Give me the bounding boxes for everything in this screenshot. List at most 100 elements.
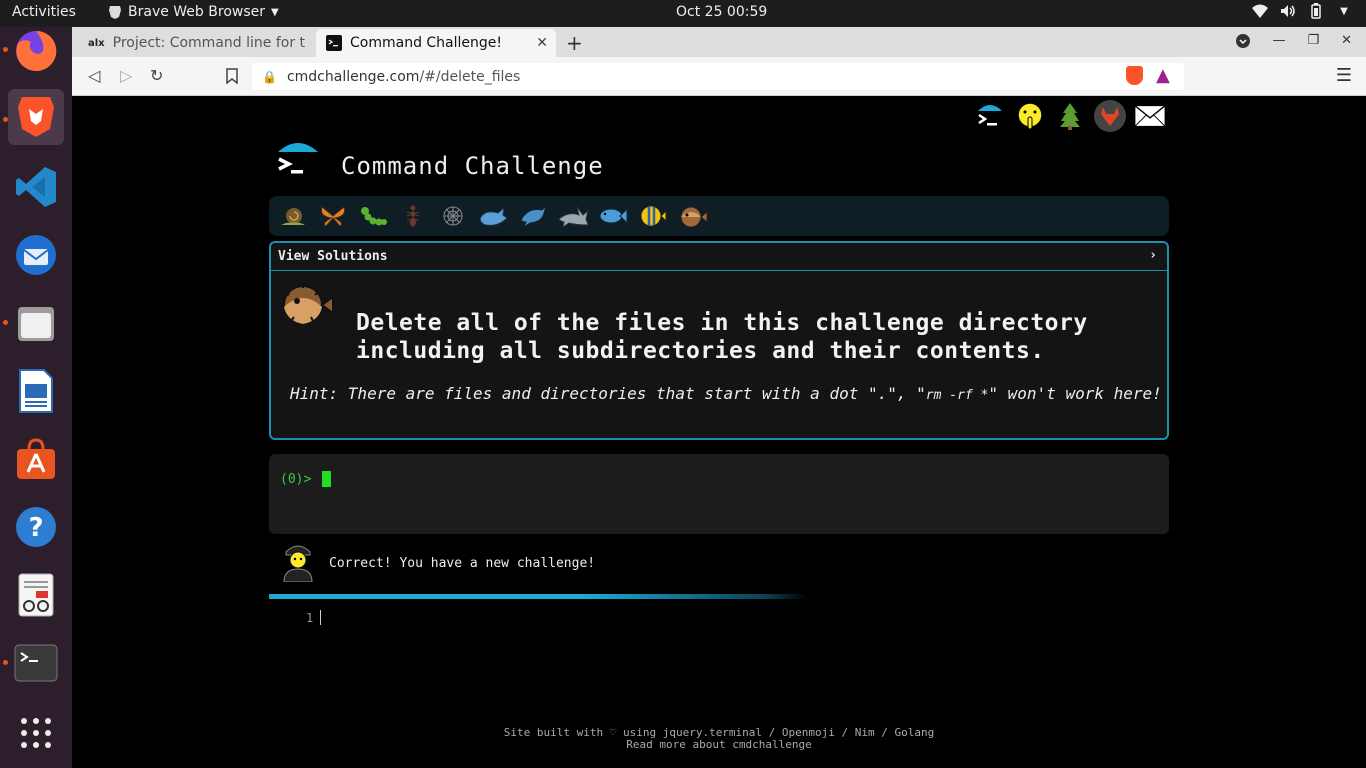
- writer-icon: [19, 369, 53, 413]
- dock-brave[interactable]: [8, 89, 64, 145]
- level-tropical-fish-icon[interactable]: [635, 200, 670, 232]
- challenge-panel: View Solutions › Delete all of the files…: [269, 241, 1169, 440]
- terminal-input[interactable]: (0)>: [269, 454, 1169, 534]
- web-page: Command Challenge View Solutions › Delet…: [72, 96, 1366, 768]
- chevron-down-icon: ▼: [1340, 5, 1348, 17]
- alx-icon: alx: [88, 37, 105, 49]
- gnome-top-bar: Activities Brave Web Browser ▼ Oct 25 00…: [0, 0, 1366, 27]
- level-pufferfish-icon[interactable]: [675, 200, 710, 232]
- reload-icon[interactable]: ↻: [150, 66, 163, 85]
- brave-shields-icon[interactable]: [1126, 66, 1143, 85]
- url-host: cmdchallenge.com: [286, 68, 420, 85]
- dock-thunderbird[interactable]: [8, 227, 64, 283]
- clock[interactable]: Oct 25 00:59: [676, 4, 767, 20]
- new-tab-button[interactable]: +: [566, 31, 583, 55]
- footer-about-link[interactable]: Read more about cmdchallenge: [72, 739, 1366, 751]
- document-viewer-icon: [18, 573, 54, 617]
- hint-code: rm -rf *: [925, 388, 989, 403]
- dock-terminal[interactable]: [8, 635, 64, 691]
- brave-app-icon: [109, 5, 121, 19]
- lock-icon: 🔒: [262, 69, 277, 84]
- tab-search-icon[interactable]: [1236, 33, 1251, 48]
- level-shark-icon[interactable]: [555, 200, 590, 232]
- dock-software[interactable]: [8, 431, 64, 487]
- show-applications-button[interactable]: [8, 705, 64, 761]
- site-footer: Site built with ♡ using jquery.terminal …: [72, 727, 1366, 751]
- progress-bar: [269, 594, 1169, 599]
- shushing-face-icon[interactable]: [1014, 100, 1046, 132]
- chevron-down-icon: ▼: [271, 6, 279, 18]
- tab-command-challenge[interactable]: Command Challenge! ✕: [316, 29, 556, 57]
- dock-files[interactable]: [8, 295, 64, 351]
- level-butterfly-icon[interactable]: [315, 200, 350, 232]
- maximize-icon[interactable]: ❐: [1307, 33, 1319, 48]
- tab-label: Command Challenge!: [350, 35, 503, 51]
- hamburger-menu-icon[interactable]: ☰: [1336, 65, 1352, 86]
- level-ant-icon[interactable]: [395, 200, 430, 232]
- tab-label: Project: Command line for the: [112, 35, 306, 51]
- terminal-prompt: (0)>: [280, 472, 312, 487]
- dock-document-viewer[interactable]: [8, 567, 64, 623]
- minimize-icon[interactable]: —: [1272, 33, 1285, 48]
- challenge-description: Delete all of the files in this challeng…: [356, 309, 1088, 365]
- app-menu-label: Brave Web Browser: [128, 4, 265, 20]
- url-path: /#/delete_files: [419, 68, 521, 85]
- volume-icon: [1280, 3, 1296, 19]
- tab-alx-project[interactable]: alx Project: Command line for the: [78, 29, 316, 57]
- hint-prefix: Hint: There are files and directories th…: [290, 384, 926, 403]
- software-store-icon: [17, 438, 55, 479]
- close-window-icon[interactable]: ✕: [1341, 33, 1352, 48]
- dock-libreoffice-writer[interactable]: [8, 363, 64, 419]
- level-whale-icon[interactable]: [475, 200, 510, 232]
- activities-button[interactable]: Activities: [12, 4, 76, 20]
- view-solutions-toggle[interactable]: View Solutions ›: [271, 243, 1167, 271]
- window-controls: — ❐ ✕: [1236, 33, 1352, 48]
- level-spider-web-icon[interactable]: [435, 200, 470, 232]
- level-bar: [269, 196, 1169, 236]
- back-icon[interactable]: ◁: [88, 66, 100, 85]
- editor-line-number: 1: [306, 611, 314, 625]
- battery-icon: [1308, 3, 1324, 19]
- terminal-icon: [326, 35, 342, 51]
- hint-text: Hint: There are files and directories th…: [290, 384, 1162, 403]
- site-top-icons: [974, 100, 1166, 132]
- forward-icon[interactable]: ▷: [120, 66, 132, 85]
- terminal-icon: [14, 644, 58, 682]
- editor-caret: [320, 610, 321, 625]
- address-bar[interactable]: 🔒 cmdchallenge.com/#/delete_files: [252, 63, 1184, 90]
- challenge-line: Delete all of the files in this challeng…: [356, 310, 1088, 336]
- brave-icon: [18, 97, 54, 137]
- vscode-icon: [16, 167, 56, 207]
- thunderbird-icon: [16, 235, 56, 275]
- judge-avatar-icon: [283, 545, 313, 582]
- chevron-right-icon: ›: [1149, 248, 1157, 263]
- terminal-cursor: [322, 471, 331, 487]
- dock: ?: [0, 27, 72, 768]
- level-caterpillar-icon[interactable]: [355, 200, 390, 232]
- terminal-logo-icon[interactable]: [974, 100, 1006, 132]
- challenge-line: including all subdirectories and their c…: [356, 338, 1045, 364]
- evergreen-tree-icon[interactable]: [1054, 100, 1086, 132]
- svg-text:?: ?: [28, 513, 43, 543]
- level-dolphin-icon[interactable]: [515, 200, 550, 232]
- hint-suffix: " won't work here!: [988, 384, 1162, 403]
- envelope-icon[interactable]: [1134, 100, 1166, 132]
- firefox-icon: [16, 30, 57, 71]
- dock-help[interactable]: ?: [8, 499, 64, 555]
- feedback-message: Correct! You have a new challenge!: [329, 556, 596, 571]
- navigation-bar: ◁ ▷ ↻ 🔒 cmdchallenge.com/#/delete_files …: [72, 57, 1366, 96]
- app-grid-icon: [21, 718, 51, 748]
- app-menu[interactable]: Brave Web Browser ▼: [108, 4, 279, 20]
- gitlab-icon[interactable]: [1094, 100, 1126, 132]
- bookmark-icon[interactable]: [226, 68, 238, 84]
- wifi-icon: [1252, 3, 1268, 19]
- close-tab-icon[interactable]: ✕: [536, 35, 548, 51]
- dock-vscode[interactable]: [8, 159, 64, 215]
- level-fish-icon[interactable]: [595, 200, 630, 232]
- files-icon: [18, 307, 54, 341]
- level-snail-icon[interactable]: [275, 200, 310, 232]
- system-tray[interactable]: ▼: [1252, 3, 1352, 19]
- brave-rewards-icon[interactable]: ▲: [1156, 65, 1170, 86]
- dock-firefox[interactable]: [8, 23, 64, 79]
- help-icon: ?: [16, 507, 56, 547]
